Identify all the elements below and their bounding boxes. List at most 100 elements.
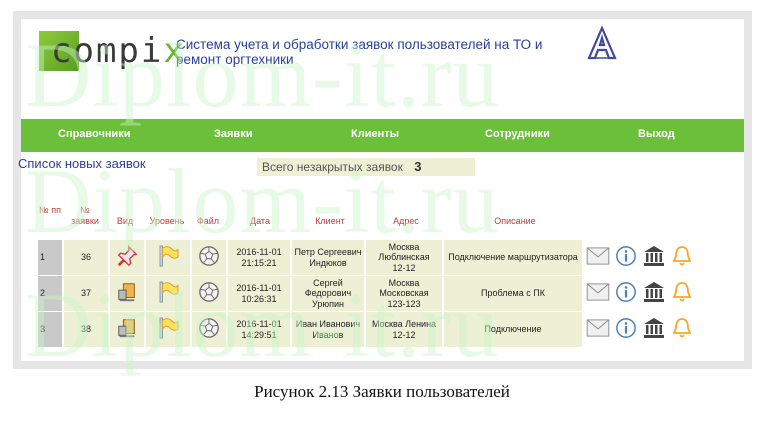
bank-icon[interactable] [642, 244, 666, 271]
time-value: 14:29:51 [241, 329, 277, 340]
bell-icon[interactable] [670, 280, 694, 307]
bell-icon[interactable] [670, 244, 694, 271]
action-info[interactable] [612, 276, 640, 311]
action-email[interactable] [584, 312, 612, 347]
action-info[interactable] [612, 240, 640, 275]
date-value: 2016-11-01 [236, 247, 282, 257]
col-header-level: Уровень [149, 216, 185, 226]
cell-client: Иван Иванович Иванов [292, 312, 364, 347]
address-line: Москва Ленина [371, 319, 437, 329]
col-header-kind: Вид [116, 216, 134, 226]
table-row[interactable]: 3 38 2016-11-01 14:29:51 Иван Иванович Ива… [18, 312, 692, 347]
ball-icon[interactable] [198, 281, 220, 306]
col-header-file: Файл [196, 216, 220, 226]
envelope-icon[interactable] [586, 247, 610, 268]
flag-icon [156, 244, 180, 271]
address-line: Московская [379, 288, 429, 299]
cell-file [192, 240, 226, 275]
col-header-request-number: № заявки [71, 205, 99, 226]
action-bell[interactable] [668, 276, 696, 311]
client-line: Иван Иванович [295, 319, 361, 329]
cell-request-number: 38 [64, 312, 108, 347]
action-bell[interactable] [668, 240, 696, 275]
nav-item-employees[interactable]: Сотрудники [485, 128, 550, 140]
client-line: Федорович [304, 288, 352, 299]
col-header-description: Описание [494, 216, 536, 226]
cell-date: 2016-11-01 10:26:31 [228, 276, 290, 311]
client-line: Иванов [312, 329, 344, 340]
action-bell[interactable] [668, 312, 696, 347]
address-line: 12-12 [392, 329, 416, 340]
col-header-pp: № пп [39, 205, 61, 215]
date-value: 2016-11-01 [236, 283, 282, 293]
nav-item-directories[interactable]: Справочники [58, 128, 131, 140]
address-line: Москва [388, 277, 420, 288]
cell-description: Подключение [444, 312, 582, 347]
cell-level [146, 312, 190, 347]
client-line: Индюков [309, 257, 347, 268]
cell-pp: 2 [38, 276, 62, 311]
address-line: Москва [388, 241, 420, 252]
table-row[interactable]: 2 37 2016-11-01 10:26:31 Сергей Федорович У… [18, 276, 692, 311]
pushpin-icon [116, 245, 138, 270]
info-icon[interactable] [615, 245, 637, 270]
cell-client: Петр Сергеевич Индюков [292, 240, 364, 275]
nav-item-exit[interactable]: Выход [638, 128, 675, 140]
bank-icon[interactable] [642, 316, 666, 343]
logo-text-main: compi [51, 31, 164, 71]
cell-kind [110, 312, 144, 347]
open-requests-counter: Всего незакрытых заявок 3 [257, 158, 475, 176]
cell-level [146, 240, 190, 275]
letter-a-logo-icon [587, 25, 617, 60]
cell-file [192, 312, 226, 347]
bank-icon[interactable] [642, 280, 666, 307]
app-title: Система учета и обработки заявок пользов… [176, 37, 543, 67]
cell-file [192, 276, 226, 311]
action-email[interactable] [584, 240, 612, 275]
ball-icon[interactable] [198, 317, 220, 342]
ball-icon[interactable] [198, 245, 220, 270]
nav-item-requests[interactable]: Заявки [214, 128, 252, 140]
logo-text: compix [51, 33, 186, 69]
list-title: Список новых заявок [18, 156, 146, 171]
cell-request-number: 36 [64, 240, 108, 275]
cell-kind [110, 276, 144, 311]
col-header-client: Клиент [315, 216, 345, 226]
col-header-address: Адрес [393, 216, 419, 226]
cell-date: 2016-11-01 14:29:51 [228, 312, 290, 347]
cell-description: Проблема с ПК [444, 276, 582, 311]
info-icon[interactable] [615, 281, 637, 306]
table-row[interactable]: 1 36 2016-11-01 21:15:21 Петр Сергеевич Ин… [18, 240, 692, 275]
figure-caption: Рисунок 2.13 Заявки пользователей [254, 382, 510, 401]
nav-item-clients[interactable]: Клиенты [351, 128, 399, 140]
cell-pp: 1 [38, 240, 62, 275]
computer-icon [116, 281, 138, 306]
client-line: Петр Сергеевич [294, 247, 362, 257]
computer-icon [116, 317, 138, 342]
cell-kind [110, 240, 144, 275]
bell-icon[interactable] [670, 316, 694, 343]
address-line: 12-12 [392, 262, 416, 273]
cell-request-number: 37 [64, 276, 108, 311]
cell-pp: 3 [38, 312, 62, 347]
address-line: Люблинская [378, 252, 430, 263]
envelope-icon[interactable] [586, 319, 610, 340]
info-icon[interactable] [615, 317, 637, 342]
action-bank[interactable] [640, 312, 668, 347]
action-bank[interactable] [640, 276, 668, 311]
action-email[interactable] [584, 276, 612, 311]
compix-logo: compix [39, 31, 184, 71]
open-requests-count: 3 [414, 159, 422, 174]
flag-icon [156, 280, 180, 307]
time-value: 21:15:21 [241, 257, 277, 268]
cell-address: Москва Ленина 12-12 [366, 312, 442, 347]
time-value: 10:26:31 [241, 293, 277, 304]
main-nav: Справочники Заявки Клиенты Сотрудники Вы… [21, 119, 744, 152]
envelope-icon[interactable] [586, 283, 610, 304]
action-info[interactable] [612, 312, 640, 347]
action-bank[interactable] [640, 240, 668, 275]
cell-address: Москва Люблинская 12-12 [366, 240, 442, 275]
cell-description: Подключение маршрутизатора [444, 240, 582, 275]
client-line: Урюпин [312, 298, 344, 309]
col-header-date: Дата [250, 216, 270, 226]
